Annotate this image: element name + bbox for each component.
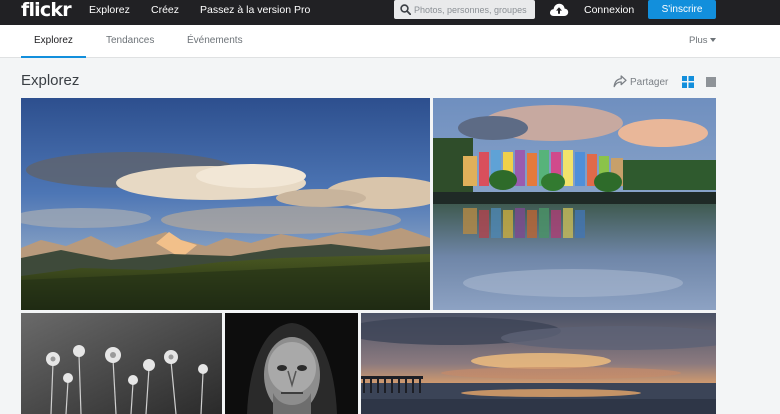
nav-explore[interactable]: Explorez (89, 0, 130, 25)
page-title: Explorez (21, 72, 80, 89)
top-navigation-bar: flickr Explorez Créez Passez à la versio… (0, 0, 780, 25)
chevron-down-icon (710, 38, 717, 43)
more-menu-label: Plus (689, 35, 708, 46)
more-menu[interactable]: Plus (689, 25, 717, 56)
single-view-icon[interactable] (706, 77, 716, 87)
photo-mountain-landscape[interactable] (21, 98, 430, 310)
photo-sunset-pier[interactable] (361, 313, 716, 414)
sub-navigation: Explorez Tendances Événements Plus (0, 25, 780, 58)
grid-view-icon[interactable] (682, 76, 694, 88)
tab-events[interactable]: Événements (187, 25, 243, 57)
tab-trending[interactable]: Tendances (106, 25, 154, 57)
share-button[interactable]: Partager (613, 75, 668, 88)
search-input[interactable] (414, 1, 531, 18)
cloud-upload-icon[interactable] (549, 2, 569, 17)
photo-bw-portrait[interactable] (225, 313, 358, 414)
share-label: Partager (630, 77, 669, 88)
signup-button[interactable]: S'inscrire (648, 0, 716, 19)
nav-go-pro[interactable]: Passez à la version Pro (200, 0, 310, 25)
photo-bw-wildflowers[interactable] (21, 313, 222, 414)
login-link[interactable]: Connexion (584, 0, 634, 20)
search-icon[interactable] (400, 4, 411, 15)
photo-colorful-waterfront[interactable] (433, 98, 716, 310)
search-box (394, 0, 535, 19)
nav-create[interactable]: Créez (151, 0, 179, 25)
tab-explore[interactable]: Explorez (21, 25, 86, 58)
flickr-logo[interactable]: flickr (21, 0, 72, 24)
share-arrow-icon (613, 75, 627, 88)
